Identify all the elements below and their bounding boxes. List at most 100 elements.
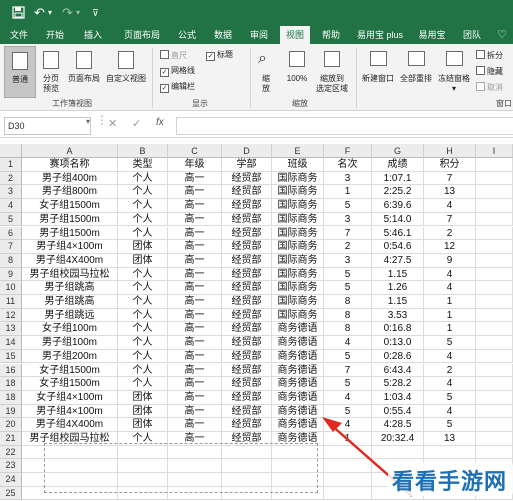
redo-icon[interactable]: ↷ bbox=[62, 0, 73, 26]
table-cell[interactable]: 高一 bbox=[168, 363, 222, 378]
save-icon[interactable] bbox=[12, 0, 25, 26]
table-cell[interactable]: 团体 bbox=[118, 390, 168, 405]
table-cell[interactable]: 0:16.8 bbox=[372, 322, 424, 337]
column-header-a[interactable]: A bbox=[22, 144, 118, 158]
table-cell[interactable] bbox=[476, 240, 513, 254]
table-cell[interactable] bbox=[476, 281, 513, 295]
table-cell[interactable]: 经贸部 bbox=[222, 377, 272, 391]
table-cell[interactable] bbox=[476, 404, 513, 419]
table-cell[interactable]: 高一 bbox=[168, 295, 222, 309]
row-header[interactable]: 25 bbox=[0, 486, 22, 501]
table-cell[interactable]: 1 bbox=[424, 308, 476, 323]
row-header[interactable]: 15 bbox=[0, 349, 22, 364]
table-cell[interactable]: 8 bbox=[324, 295, 372, 309]
table-cell[interactable]: 男子组4X400m bbox=[22, 253, 118, 268]
table-cell[interactable]: 女子组4×100m bbox=[22, 390, 118, 405]
table-cell[interactable] bbox=[476, 226, 513, 241]
table-cell[interactable]: 个人 bbox=[118, 281, 168, 295]
table-cell[interactable]: 个人 bbox=[118, 295, 168, 309]
table-cell[interactable]: 1 bbox=[424, 322, 476, 337]
table-cell[interactable]: 高一 bbox=[168, 240, 222, 254]
table-cell[interactable]: 个人 bbox=[118, 308, 168, 323]
table-cell[interactable]: 女子组1500m bbox=[22, 363, 118, 378]
tab-help[interactable]: 帮助 bbox=[316, 26, 346, 44]
undo-icon[interactable]: ↶ bbox=[34, 0, 45, 26]
table-cell[interactable]: 5 bbox=[424, 336, 476, 350]
table-cell[interactable]: 经贸部 bbox=[222, 281, 272, 295]
table-cell[interactable]: 3 bbox=[324, 212, 372, 227]
redo-dropdown-icon[interactable]: ▾ bbox=[76, 0, 80, 26]
table-cell[interactable]: 经贸部 bbox=[222, 199, 272, 213]
table-cell[interactable]: 5 bbox=[324, 281, 372, 295]
table-cell[interactable]: 经贸部 bbox=[222, 212, 272, 227]
row-header[interactable]: 9 bbox=[0, 267, 22, 282]
table-cell[interactable]: 1:07.1 bbox=[372, 171, 424, 186]
table-cell[interactable]: 国际商务 bbox=[272, 212, 324, 227]
name-box[interactable]: D30 bbox=[4, 117, 91, 135]
table-cell[interactable]: 经贸部 bbox=[222, 253, 272, 268]
table-cell[interactable]: 国际商务 bbox=[272, 199, 324, 213]
table-cell[interactable]: 5 bbox=[424, 418, 476, 432]
table-cell[interactable]: 个人 bbox=[118, 377, 168, 391]
table-cell[interactable]: 高一 bbox=[168, 212, 222, 227]
select-all-corner[interactable] bbox=[0, 144, 22, 158]
table-cell[interactable]: 经贸部 bbox=[222, 363, 272, 378]
table-cell[interactable]: 2 bbox=[424, 363, 476, 378]
table-cell[interactable]: 高一 bbox=[168, 322, 222, 337]
page-layout-view-button[interactable]: 页面布局 bbox=[66, 46, 102, 96]
row-header[interactable]: 8 bbox=[0, 253, 22, 268]
table-cell[interactable] bbox=[476, 267, 513, 282]
table-cell[interactable] bbox=[476, 432, 513, 446]
table-cell[interactable]: 1.26 bbox=[372, 281, 424, 295]
table-cell[interactable]: 1.15 bbox=[372, 295, 424, 309]
table-cell[interactable]: 经贸部 bbox=[222, 322, 272, 337]
table-cell[interactable]: 国际商务 bbox=[272, 281, 324, 295]
table-cell[interactable]: 4 bbox=[424, 267, 476, 282]
row-header[interactable]: 16 bbox=[0, 363, 22, 378]
lightbulb-icon[interactable]: ♡ bbox=[494, 26, 510, 44]
table-cell[interactable]: 经贸部 bbox=[222, 349, 272, 364]
table-cell[interactable]: 团体 bbox=[118, 253, 168, 268]
tab-home[interactable]: 开始 bbox=[40, 26, 70, 44]
row-header[interactable]: 11 bbox=[0, 295, 22, 309]
table-cell[interactable]: 男子组4X400m bbox=[22, 418, 118, 432]
table-cell[interactable]: 经贸部 bbox=[222, 390, 272, 405]
table-cell[interactable]: 4 bbox=[424, 377, 476, 391]
table-cell[interactable] bbox=[476, 295, 513, 309]
table-cell[interactable]: 高一 bbox=[168, 336, 222, 350]
table-cell[interactable]: 4 bbox=[424, 199, 476, 213]
row-header[interactable]: 20 bbox=[0, 418, 22, 432]
row-header[interactable]: 13 bbox=[0, 322, 22, 337]
row-header[interactable]: 14 bbox=[0, 336, 22, 350]
table-cell[interactable]: 国际商务 bbox=[272, 308, 324, 323]
table-cell[interactable]: 9 bbox=[424, 253, 476, 268]
table-cell[interactable]: 团体 bbox=[118, 240, 168, 254]
table-cell[interactable]: 经贸部 bbox=[222, 308, 272, 323]
table-cell[interactable]: 男子组1500m bbox=[22, 226, 118, 241]
table-cell[interactable] bbox=[476, 212, 513, 227]
table-cell[interactable]: 个人 bbox=[118, 349, 168, 364]
table-cell[interactable]: 国际商务 bbox=[272, 253, 324, 268]
row-header[interactable]: 21 bbox=[0, 432, 22, 446]
table-cell[interactable]: 7 bbox=[424, 212, 476, 227]
table-cell[interactable]: 商务德语 bbox=[272, 336, 324, 350]
table-cell[interactable]: 个人 bbox=[118, 185, 168, 200]
enter-icon[interactable]: ✓ bbox=[132, 117, 141, 130]
table-cell[interactable]: 个人 bbox=[118, 363, 168, 378]
table-cell[interactable]: 国际商务 bbox=[272, 226, 324, 241]
table-cell[interactable] bbox=[476, 445, 513, 460]
table-cell[interactable]: 个人 bbox=[118, 267, 168, 282]
table-cell[interactable]: 国际商务 bbox=[272, 171, 324, 186]
row-header[interactable]: 19 bbox=[0, 404, 22, 419]
table-cell[interactable]: 高一 bbox=[168, 281, 222, 295]
custom-views-button[interactable]: 自定义视图 bbox=[104, 46, 148, 96]
table-cell[interactable]: 高一 bbox=[168, 267, 222, 282]
column-header-i[interactable]: I bbox=[476, 144, 513, 158]
table-cell[interactable]: 高一 bbox=[168, 308, 222, 323]
table-cell[interactable]: 男子组跳高 bbox=[22, 295, 118, 309]
row-header[interactable]: 18 bbox=[0, 377, 22, 391]
row-header[interactable]: 12 bbox=[0, 308, 22, 323]
table-cell[interactable] bbox=[476, 308, 513, 323]
table-cell[interactable]: 名次 bbox=[324, 158, 372, 172]
gridlines-checkbox[interactable]: ✓ 网格线 bbox=[160, 66, 195, 77]
